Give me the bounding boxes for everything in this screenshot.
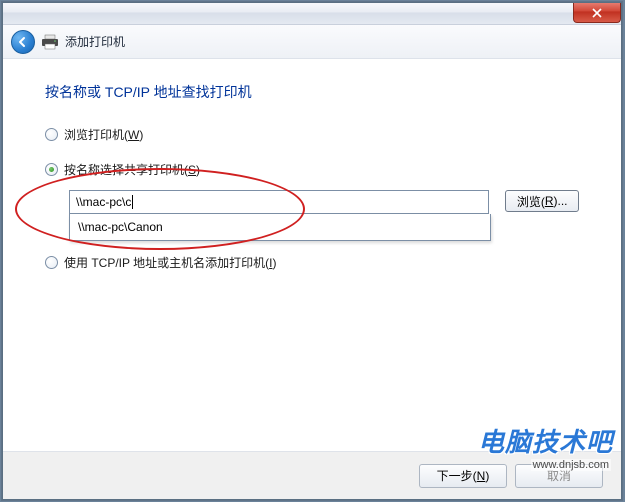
- printer-icon: [41, 34, 59, 50]
- back-button[interactable]: [11, 30, 35, 54]
- back-arrow-icon: [17, 36, 29, 48]
- page-heading: 按名称或 TCP/IP 地址查找打印机: [45, 82, 579, 102]
- content-area: 按名称或 TCP/IP 地址查找打印机 浏览打印机(W) 按名称选择共享打印机(…: [3, 60, 621, 449]
- wizard-window: 添加打印机 按名称或 TCP/IP 地址查找打印机 浏览打印机(W) 按名称选择…: [2, 2, 622, 500]
- share-name-group: \\mac-pc\c 浏览(R)... \\mac-pc\Canon: [45, 190, 579, 214]
- autocomplete-dropdown: \\mac-pc\Canon: [69, 214, 491, 241]
- close-button[interactable]: [573, 3, 621, 23]
- next-button[interactable]: 下一步(N): [419, 464, 507, 488]
- option-select-by-name[interactable]: 按名称选择共享打印机(S): [45, 161, 579, 178]
- titlebar: [3, 3, 621, 25]
- nav-title: 添加打印机: [65, 33, 125, 50]
- nav-bar: 添加打印机: [3, 25, 621, 59]
- option-tcpip[interactable]: 使用 TCP/IP 地址或主机名添加打印机(I): [45, 254, 579, 271]
- radio-icon: [45, 163, 58, 176]
- text-cursor: [132, 195, 133, 209]
- share-path-input[interactable]: \\mac-pc\c: [69, 190, 489, 214]
- watermark-url: www.dnjsb.com: [531, 459, 611, 471]
- footer: 下一步(N) 取消: [3, 451, 621, 499]
- option-label: 浏览打印机(W): [64, 126, 143, 143]
- option-label: 按名称选择共享打印机(S): [64, 161, 200, 178]
- option-browse-printers[interactable]: 浏览打印机(W): [45, 126, 579, 143]
- radio-icon: [45, 256, 58, 269]
- option-label: 使用 TCP/IP 地址或主机名添加打印机(I): [64, 254, 276, 271]
- input-value: \\mac-pc\c: [76, 195, 131, 209]
- watermark-url-wrap: www.dnjsb.com: [531, 457, 611, 471]
- browse-button[interactable]: 浏览(R)...: [505, 190, 579, 212]
- autocomplete-item[interactable]: \\mac-pc\Canon: [70, 214, 490, 240]
- close-icon: [592, 8, 602, 18]
- radio-icon: [45, 128, 58, 141]
